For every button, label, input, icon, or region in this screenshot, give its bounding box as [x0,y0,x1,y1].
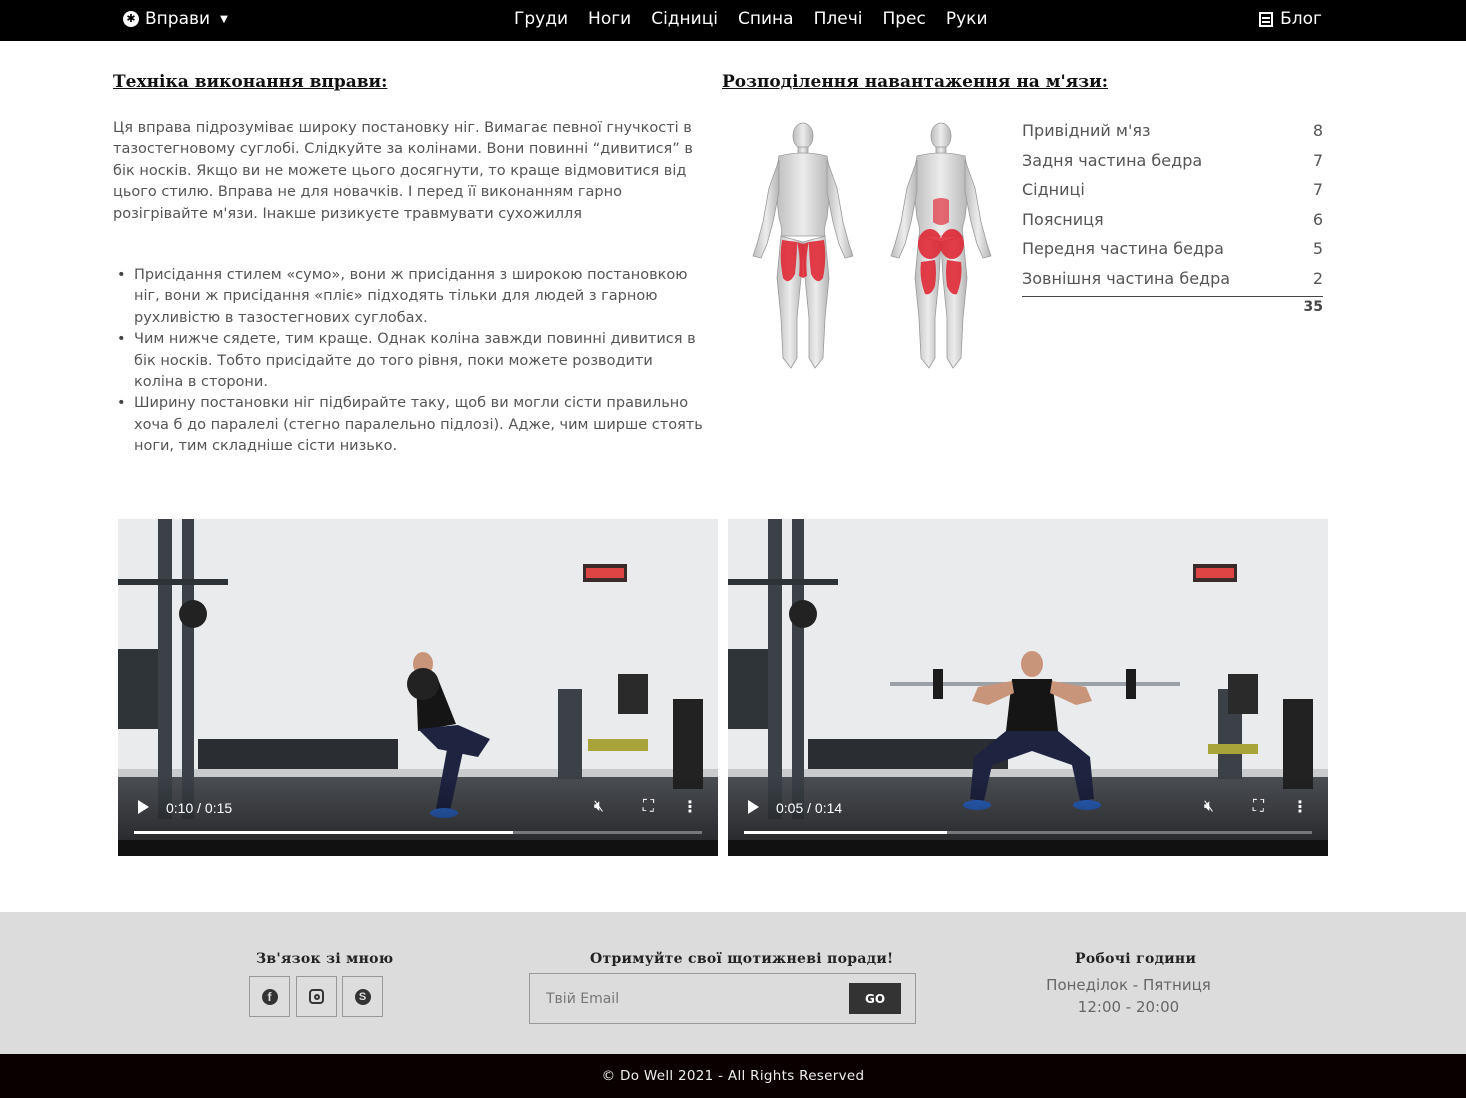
subscribe-button[interactable]: GO [849,983,901,1014]
muscle-value: 7 [1312,150,1323,170]
muscle-map-figure [752,122,992,369]
muscle-name: Сідниці [1022,180,1085,200]
fullscreen-icon[interactable]: ⛶ [643,796,654,816]
nav-link-shoulders[interactable]: Плечі [814,9,863,29]
nav-link-legs[interactable]: Ноги [588,9,631,29]
play-icon[interactable] [748,800,759,814]
load-row: Привідний м'яз 8 [1022,116,1323,146]
contact-title: Зв'язок зі мною [256,951,394,967]
footer: Зв'язок зі мною f S Отримуйте свої щотиж… [0,912,1466,1054]
video-time: 0:10 / 0:15 [166,800,233,816]
fullscreen-icon[interactable]: ⛶ [1253,796,1264,816]
video-progress-fill [744,831,947,834]
muscle-name: Передня частина бедра [1022,239,1224,259]
blog-label: Блог [1280,9,1322,29]
blog-link[interactable]: Блог [1259,9,1322,29]
nav-link-abs[interactable]: Прес [882,9,925,29]
video-bottom-edge [118,840,718,856]
video-progress-bar[interactable] [744,831,1312,834]
list-icon [1259,11,1274,27]
muscle-name: Привідний м'яз [1022,121,1151,141]
mute-icon[interactable]: 🔇︎ [594,796,604,816]
muscle-value: 8 [1312,121,1323,141]
mute-icon[interactable]: 🔇︎ [1204,796,1214,816]
instagram-icon [309,989,324,1004]
instagram-button[interactable] [296,976,337,1017]
facebook-button[interactable]: f [249,976,290,1017]
muscle-name: Зовнішня частина бедра [1022,268,1231,288]
facebook-icon: f [261,988,278,1005]
hours-days: Понеділок - Пятниця [1046,976,1211,994]
load-row: Поясниця 6 [1022,205,1323,235]
load-row: Зовнішня частина бедра 2 [1022,264,1323,294]
load-total: 35 [1022,296,1323,315]
newsletter-form: GO [529,973,916,1024]
tip-item: Ширину постановки ніг підбирайте таку, щ… [113,393,703,457]
more-options-icon[interactable]: ⋮ [1292,797,1308,816]
muscle-load-table: Привідний м'яз 8 Задня частина бедра 7 С… [1022,116,1323,315]
tip-item: Чим нижче сядете, тим краще. Однак колін… [113,329,703,393]
copyright: © Do Well 2021 - All Rights Reserved [0,1054,1466,1098]
load-row: Передня частина бедра 5 [1022,234,1323,264]
front-highlighted-muscles [780,240,826,282]
muscle-value: 5 [1312,239,1323,259]
video-progress-fill [134,831,513,834]
load-row: Задня частина бедра 7 [1022,146,1323,176]
exercises-dropdown[interactable]: ✱ Вправи ▼ [123,9,228,29]
tip-item: Присідання стилем «сумо», вони ж присіда… [113,265,703,329]
hours-title: Робочі години [1075,951,1197,967]
newsletter-title: Отримуйте свої щотижневі поради! [590,951,894,967]
muscle-name: Задня частина бедра [1022,150,1203,170]
skype-icon: S [354,988,371,1005]
nav-link-glutes[interactable]: Сідниці [651,9,718,29]
caret-down-icon: ▼ [220,13,228,25]
play-icon[interactable] [138,800,149,814]
nav-links: Груди Ноги Сідниці Спина Плечі Прес Руки [514,9,988,29]
working-hours: Понеділок - Пятниця 12:00 - 20:00 [1026,974,1231,1018]
technique-title: Техніка виконання вправи: [113,72,388,92]
technique-description: Ця вправа підрозуміває широку постановку… [113,120,693,222]
muscle-value: 6 [1312,209,1323,229]
accessibility-icon: ✱ [123,11,139,27]
video-player-side-view[interactable]: 0:10 / 0:15 🔇︎ ⛶ ⋮ [118,519,718,856]
email-input[interactable] [531,975,831,1022]
video-progress-bar[interactable] [134,831,702,834]
hours-time: 12:00 - 20:00 [1077,998,1180,1016]
muscle-name: Поясниця [1022,209,1104,229]
load-row: Сідниці 7 [1022,175,1323,205]
skype-button[interactable]: S [342,976,383,1017]
exercises-label: Вправи [145,9,211,29]
video-bottom-edge [728,840,1328,856]
more-options-icon[interactable]: ⋮ [682,797,698,816]
muscle-value: 2 [1312,268,1323,288]
nav-link-back[interactable]: Спина [738,9,794,29]
distribution-title: Розподілення навантаження на м'язи: [722,72,1108,92]
navbar: ✱ Вправи ▼ Груди Ноги Сідниці Спина Плеч… [0,0,1466,41]
video-player-front-view[interactable]: 0:05 / 0:14 🔇︎ ⛶ ⋮ [728,519,1328,856]
nav-link-arms[interactable]: Руки [946,9,988,29]
video-time: 0:05 / 0:14 [776,800,843,816]
muscle-value: 7 [1312,180,1323,200]
technique-tips: Присідання стилем «сумо», вони ж присіда… [113,265,703,458]
nav-link-chest[interactable]: Груди [514,9,568,29]
